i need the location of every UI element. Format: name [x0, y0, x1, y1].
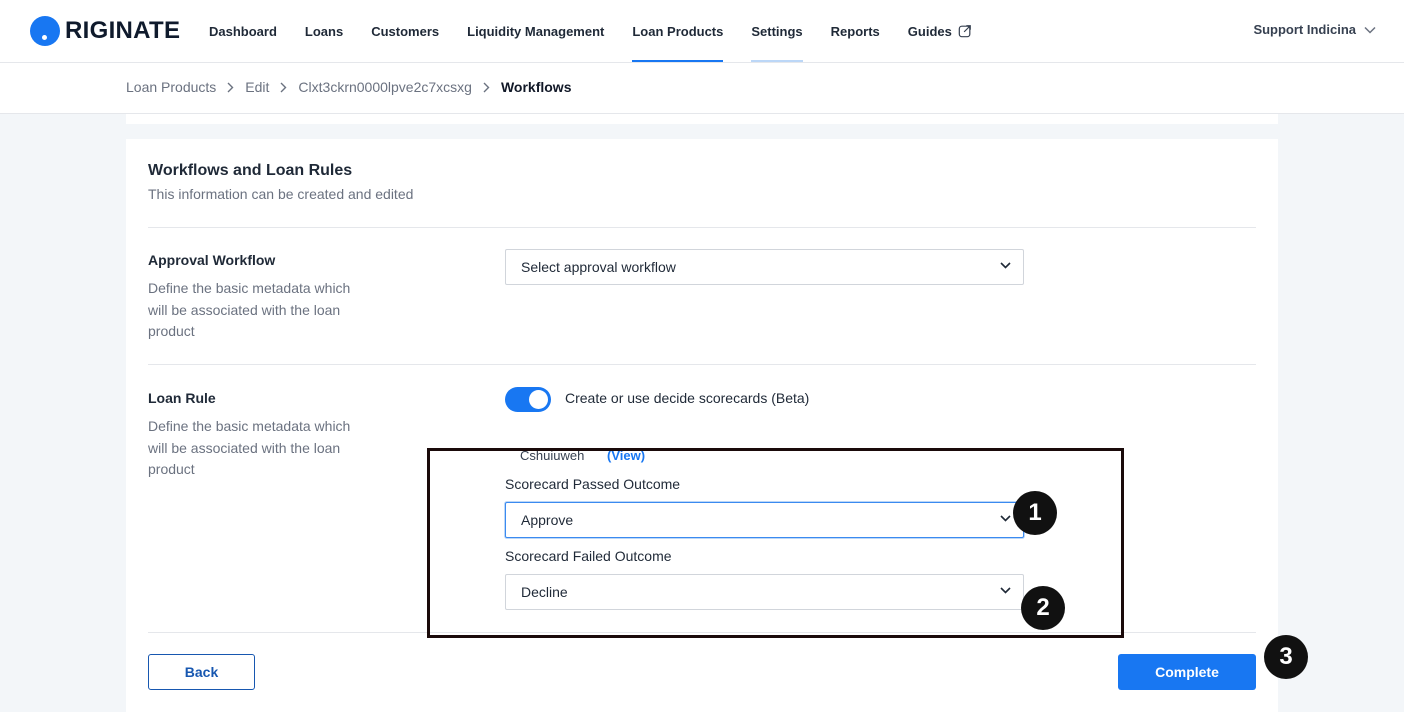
- nav-item-loans[interactable]: Loans: [291, 0, 357, 62]
- breadcrumb-bar: Loan Products Edit Clxt3ckrn0000lpve2c7x…: [0, 63, 1404, 114]
- loan-rule-title: Loan Rule: [148, 390, 216, 406]
- logo-text: RIGINATE: [65, 17, 181, 44]
- back-button[interactable]: Back: [148, 654, 255, 690]
- logo-mark-icon: [30, 16, 60, 46]
- card-title: Workflows and Loan Rules: [148, 162, 353, 179]
- previous-card-edge: [126, 114, 1278, 124]
- scorecard-toggle[interactable]: [505, 387, 551, 412]
- toggle-knob: [529, 390, 548, 409]
- user-name: Support Indicina: [1253, 22, 1356, 37]
- breadcrumb-edit[interactable]: Edit: [245, 79, 269, 95]
- chevron-right-icon: [227, 82, 234, 93]
- external-link-icon: [958, 25, 971, 38]
- annotation-badge-2: 2: [1021, 586, 1065, 630]
- chevron-down-icon: [1000, 262, 1011, 269]
- breadcrumb-product-id[interactable]: Clxt3ckrn0000lpve2c7xcsxg: [298, 79, 472, 95]
- chevron-right-icon: [483, 82, 490, 93]
- nav-item-customers[interactable]: Customers: [357, 0, 453, 62]
- breadcrumb-loan-products[interactable]: Loan Products: [126, 79, 216, 95]
- nav-item-loan-products[interactable]: Loan Products: [618, 0, 737, 62]
- logo[interactable]: RIGINATE: [30, 15, 180, 47]
- loan-rule-description: Define the basic metadata which will be …: [148, 418, 351, 477]
- scorecard-toggle-label: Create or use decide scorecards (Beta): [565, 390, 810, 406]
- annotation-highlight-box: [427, 448, 1124, 638]
- approval-workflow-title: Approval Workflow: [148, 252, 276, 268]
- user-menu[interactable]: Support Indicina: [1253, 22, 1376, 37]
- nav-item-guides-label: Guides: [907, 23, 952, 39]
- chevron-down-icon: [1364, 26, 1376, 34]
- annotation-badge-1: 1: [1013, 491, 1057, 535]
- breadcrumb: Loan Products Edit Clxt3ckrn0000lpve2c7x…: [126, 79, 571, 95]
- nav-item-dashboard[interactable]: Dashboard: [195, 0, 291, 62]
- nav-item-guides[interactable]: Guides: [894, 0, 986, 62]
- approval-workflow-select-value: Select approval workflow: [521, 259, 676, 275]
- chevron-right-icon: [280, 82, 287, 93]
- top-navigation: RIGINATE Dashboard Loans Customers Liqui…: [0, 0, 1404, 63]
- annotation-badge-3: 3: [1264, 635, 1308, 679]
- nav-item-liquidity-management[interactable]: Liquidity Management: [453, 0, 618, 62]
- approval-workflow-description: Define the basic metadata which will be …: [148, 280, 351, 339]
- complete-button[interactable]: Complete: [1118, 654, 1256, 690]
- card-subtitle: This information can be created and edit…: [148, 186, 414, 202]
- nav-item-reports[interactable]: Reports: [817, 0, 894, 62]
- main-nav: Dashboard Loans Customers Liquidity Mana…: [195, 0, 986, 63]
- divider: [148, 227, 1256, 228]
- approval-workflow-select[interactable]: Select approval workflow: [505, 249, 1024, 285]
- nav-item-settings[interactable]: Settings: [737, 0, 816, 62]
- breadcrumb-workflows: Workflows: [500, 79, 572, 95]
- divider: [148, 364, 1256, 365]
